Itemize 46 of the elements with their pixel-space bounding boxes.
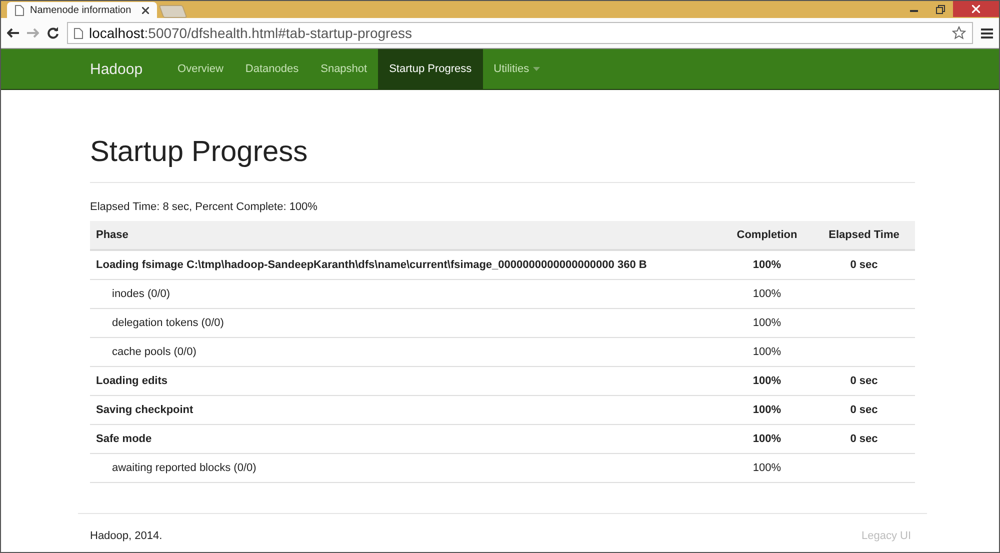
star-icon[interactable] bbox=[952, 26, 966, 40]
table-cell: 0 sec bbox=[813, 366, 915, 396]
page-title: Startup Progress bbox=[90, 136, 915, 183]
reload-icon[interactable] bbox=[47, 27, 59, 39]
table-cell: 100% bbox=[721, 424, 813, 454]
column-header: Phase bbox=[90, 221, 721, 250]
table-cell: inodes (0/0) bbox=[90, 280, 721, 308]
nav-tab[interactable]: Overview bbox=[166, 49, 234, 89]
table-cell: 100% bbox=[721, 308, 813, 338]
table-cell: cache pools (0/0) bbox=[90, 338, 721, 366]
table-cell: 100% bbox=[721, 338, 813, 366]
menu-icon[interactable] bbox=[981, 28, 993, 38]
nav-tab[interactable]: Datanodes bbox=[234, 49, 310, 89]
column-header: Completion bbox=[721, 221, 813, 250]
table-cell: 0 sec bbox=[813, 424, 915, 454]
table-cell: Safe mode bbox=[90, 424, 721, 454]
back-icon[interactable] bbox=[7, 28, 19, 38]
tab-title: Namenode information bbox=[30, 4, 132, 16]
page-icon bbox=[15, 4, 24, 16]
table-cell: 0 sec bbox=[813, 396, 915, 424]
table-cell: 100% bbox=[721, 366, 813, 396]
summary-text: Elapsed Time: 8 sec, Percent Complete: 100% bbox=[90, 201, 318, 213]
address-field[interactable]: localhost:50070/dfshealth.html#tab-startup-progress bbox=[67, 22, 973, 44]
nav-tab[interactable]: Snapshot bbox=[310, 49, 378, 89]
table-cell: Saving checkpoint bbox=[90, 396, 721, 424]
table-cell: Loading edits bbox=[90, 366, 721, 396]
legacy-ui-link[interactable]: Legacy UI bbox=[861, 530, 911, 542]
table-cell: 100% bbox=[721, 396, 813, 424]
nav-tab[interactable]: Utilities bbox=[482, 49, 552, 89]
brand-link[interactable]: Hadoop bbox=[90, 49, 167, 89]
table-cell: 0 sec bbox=[813, 250, 915, 280]
table-cell: Loading fsimage C:\tmp\hadoop-SandeepKaranth\dfs\name\current\fsimage_0000000000000000000 360 B bbox=[90, 250, 721, 280]
table-cell: 100% bbox=[721, 250, 813, 280]
table-cell: 100% bbox=[721, 280, 813, 308]
table-cell: awaiting reported blocks (0/0) bbox=[90, 454, 721, 482]
close-icon bbox=[972, 5, 980, 13]
close-button[interactable] bbox=[953, 1, 999, 17]
table-cell: 100% bbox=[721, 454, 813, 482]
table-cell: delegation tokens (0/0) bbox=[90, 308, 721, 338]
browser-tab[interactable]: Namenode information bbox=[7, 2, 157, 18]
footer-text: Hadoop, 2014. bbox=[90, 530, 162, 542]
nav-tab[interactable]: Startup Progress bbox=[378, 49, 483, 89]
restore-icon[interactable] bbox=[936, 4, 944, 14]
column-header: Elapsed Time bbox=[813, 221, 915, 250]
page-icon bbox=[74, 28, 83, 38]
close-icon[interactable] bbox=[142, 6, 149, 14]
